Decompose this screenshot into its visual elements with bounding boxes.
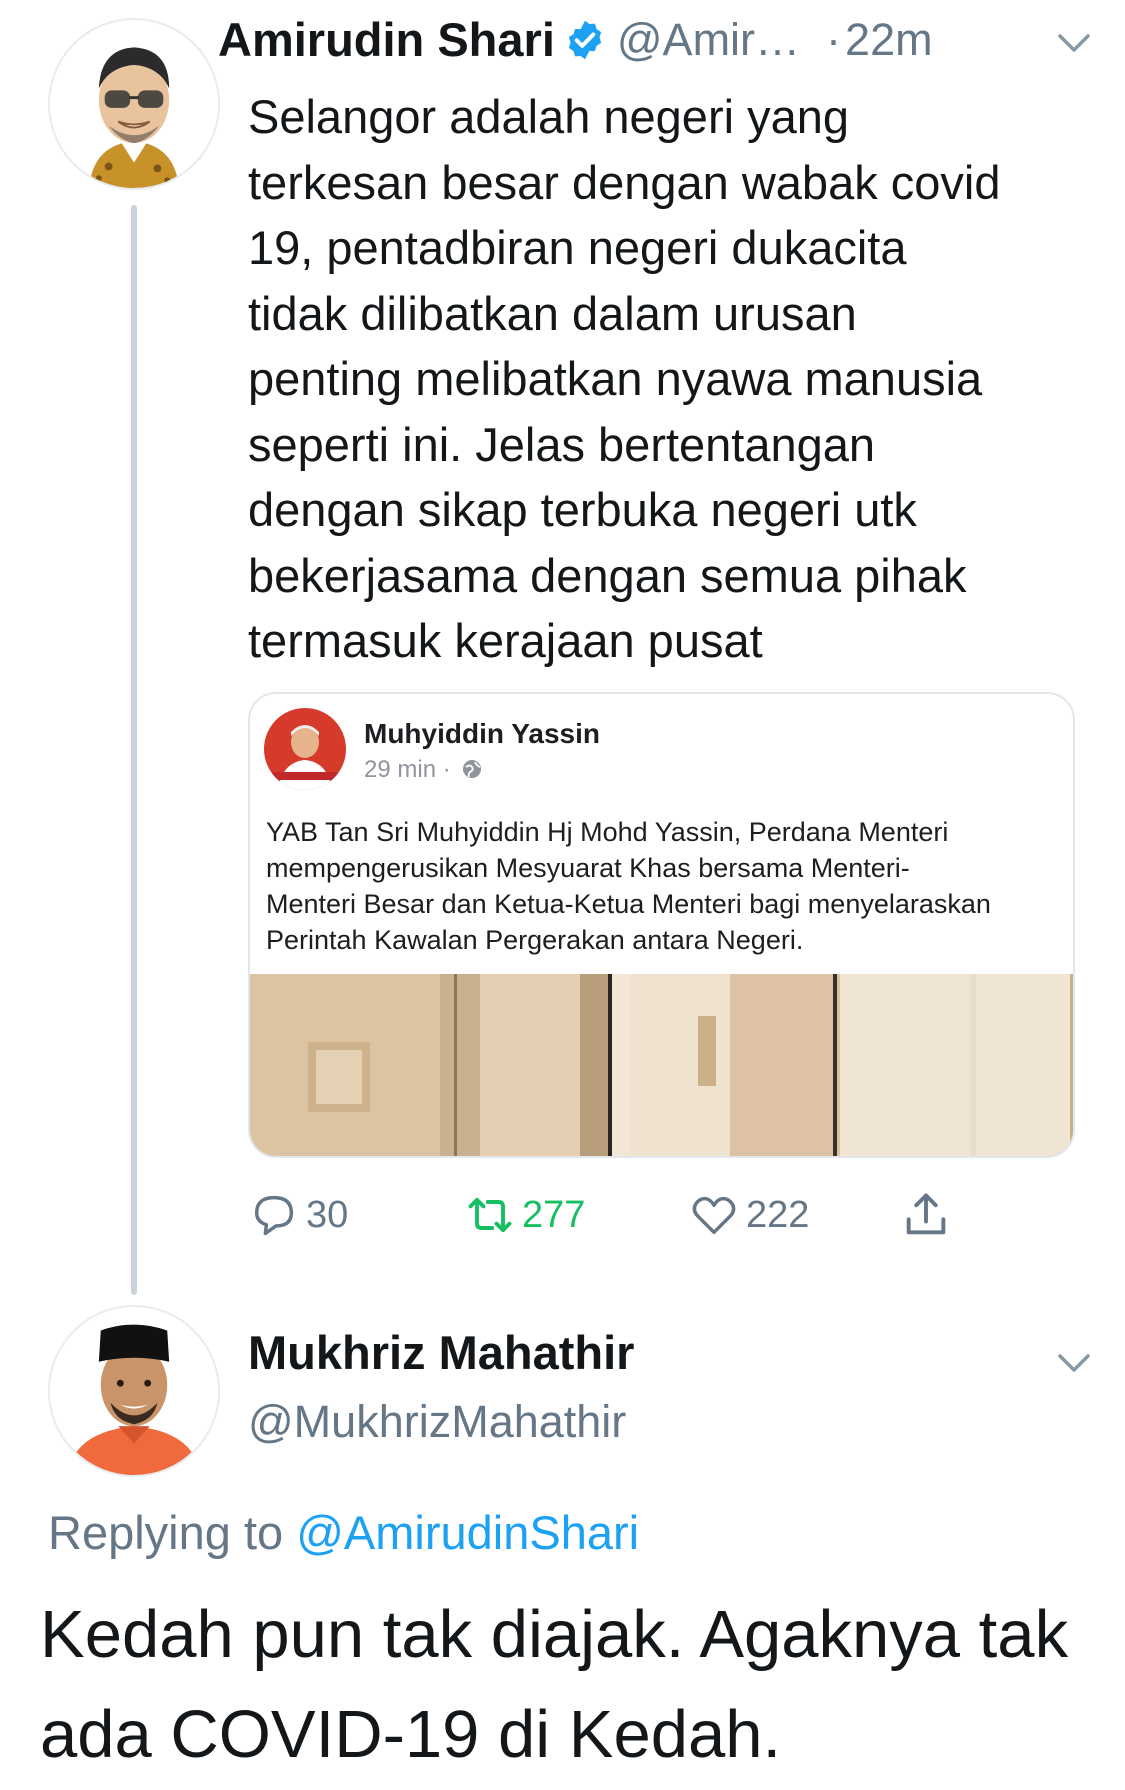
reply-author-handle[interactable]: @MukhrizMahathir	[248, 1396, 626, 1448]
author-name[interactable]: Amirudin Shari	[218, 12, 555, 67]
like-button[interactable]: 222	[688, 1180, 809, 1250]
reply-author-name[interactable]: Mukhriz Mahathir	[248, 1325, 634, 1380]
author-handle[interactable]: @Amir…	[617, 14, 800, 66]
author-avatar[interactable]	[48, 18, 220, 190]
profile-photo-icon	[50, 1307, 218, 1475]
verified-badge-icon	[568, 20, 602, 59]
tweet-timestamp[interactable]: 22m	[845, 14, 933, 66]
replying-to-mention[interactable]: @AmirudinShari	[296, 1506, 639, 1559]
reply-text: Kedah pun tak diajak. Agaknya tak ada CO…	[40, 1597, 1069, 1772]
chevron-down-icon[interactable]	[1054, 28, 1094, 58]
retweet-button[interactable]: 277	[464, 1180, 585, 1250]
replying-to-line: Replying to @AmirudinShari	[48, 1505, 639, 1560]
embedded-post-author[interactable]: Muhyiddin Yassin	[364, 718, 600, 750]
retweet-icon	[468, 1197, 512, 1233]
like-count: 222	[746, 1193, 810, 1236]
share-icon	[906, 1193, 946, 1235]
retweet-count: 277	[522, 1193, 586, 1236]
cartoon-avatar-icon	[50, 20, 218, 188]
tweet-text: Selangor adalah negeri yang terkesan bes…	[248, 90, 1001, 667]
replying-to-label: Replying to	[48, 1506, 284, 1559]
reply-count: 30	[306, 1193, 349, 1236]
profile-photo-icon	[264, 708, 346, 790]
embedded-post-time: 29 min ·	[364, 756, 451, 783]
embedded-post-avatar	[264, 708, 346, 790]
embedded-post-card[interactable]: Muhyiddin Yassin 29 min · YAB Tan Sri Mu…	[248, 692, 1075, 1158]
time-separator: ·	[826, 13, 842, 65]
tweet-header: Amirudin Shari @Amir… · 22m	[218, 12, 933, 67]
embedded-post-text: YAB Tan Sri Muhyiddin Hj Mohd Yassin, Pe…	[266, 817, 991, 955]
heart-icon	[692, 1196, 736, 1235]
reply-button[interactable]: 30	[248, 1180, 348, 1250]
reply-bubble-icon	[254, 1195, 294, 1236]
embedded-post-image[interactable]	[250, 974, 1075, 1158]
share-button[interactable]	[900, 1180, 952, 1250]
globe-icon	[463, 760, 482, 778]
thread-connector-line	[131, 205, 137, 1295]
reply-author-avatar[interactable]	[48, 1305, 220, 1477]
embedded-post-meta: 29 min ·	[364, 756, 483, 784]
chevron-down-icon[interactable]	[1054, 1348, 1094, 1378]
tweet-action-bar: 30 277 222	[248, 1180, 1048, 1250]
